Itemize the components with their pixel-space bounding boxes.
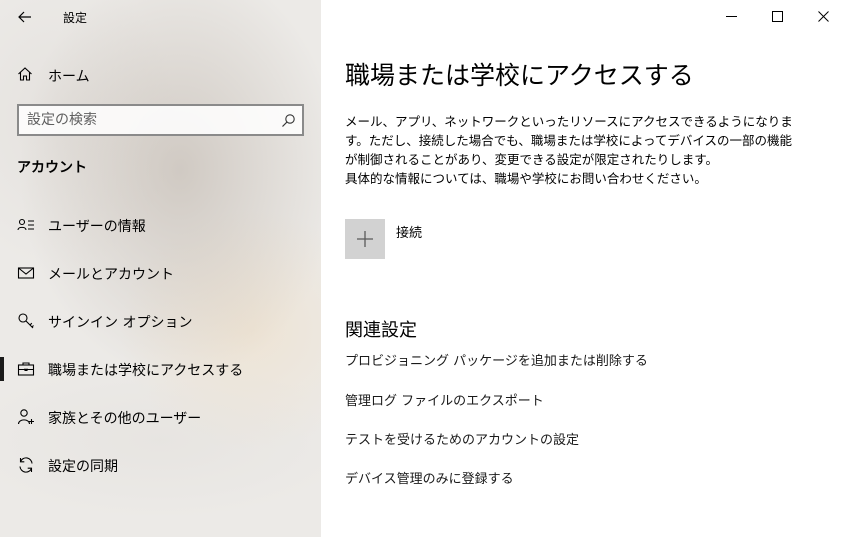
- family-icon: [17, 409, 34, 425]
- minimize-icon: [725, 15, 737, 17]
- home-icon: [18, 67, 32, 81]
- sidebar-item-sign-in-options[interactable]: サインイン オプション: [0, 301, 321, 341]
- sidebar-item-label: 設定の同期: [48, 459, 118, 475]
- briefcase-icon: [17, 362, 35, 376]
- search-box[interactable]: [17, 104, 304, 136]
- main-content: 職場または学校にアクセスする メール、アプリ、ネットワークといったリソースにアク…: [321, 0, 847, 537]
- connect-label: 接続: [396, 226, 423, 241]
- minimize-button[interactable]: [708, 0, 754, 32]
- app-title: 設定: [63, 11, 88, 25]
- sidebar-item-mail-accounts[interactable]: メールとアカウント: [0, 253, 321, 293]
- home-label: ホーム: [48, 69, 90, 85]
- sidebar: 設定 ホーム アカウント ユーザーの情報 メールとアカウント サインイン オプシ…: [0, 0, 321, 537]
- close-icon: [817, 10, 829, 22]
- home-nav-item[interactable]: ホーム: [0, 58, 321, 90]
- description-contact-note: 具体的な情報については、職場や学校にお問い合わせください。: [345, 171, 707, 186]
- plus-icon: [357, 231, 373, 247]
- back-button[interactable]: [14, 6, 36, 28]
- related-link-provisioning-package[interactable]: プロビジョニング パッケージを追加または削除する: [345, 350, 648, 369]
- search-icon[interactable]: [281, 113, 296, 128]
- related-link-test-account[interactable]: テストを受けるためのアカウントの設定: [345, 429, 579, 448]
- mail-icon: [17, 267, 35, 279]
- sidebar-item-label: 家族とその他のユーザー: [48, 411, 202, 427]
- close-button[interactable]: [800, 0, 846, 32]
- search-input[interactable]: [27, 106, 272, 134]
- related-settings-title: 関連設定: [345, 320, 417, 341]
- sync-icon: [19, 457, 33, 473]
- sidebar-item-label: 職場または学校にアクセスする: [48, 363, 244, 379]
- page-description: メール、アプリ、ネットワークといったリソースにアクセスできるようになります。ただ…: [345, 112, 800, 188]
- sidebar-item-family-users[interactable]: 家族とその他のユーザー: [0, 397, 321, 437]
- description-paragraph: メール、アプリ、ネットワークといったリソースにアクセスできるようになります。ただ…: [345, 114, 793, 167]
- sidebar-item-label: メールとアカウント: [48, 267, 174, 283]
- sidebar-item-label: ユーザーの情報: [48, 219, 146, 235]
- back-arrow-icon: [18, 11, 31, 23]
- sidebar-item-label: サインイン オプション: [48, 315, 193, 331]
- related-link-export-log[interactable]: 管理ログ ファイルのエクスポート: [345, 390, 544, 409]
- connect-plus-tile[interactable]: [345, 219, 385, 259]
- connect-button[interactable]: 接続: [345, 219, 422, 261]
- active-indicator: [0, 357, 4, 381]
- related-link-device-management[interactable]: デバイス管理のみに登録する: [345, 468, 514, 487]
- page-title: 職場または学校にアクセスする: [345, 61, 694, 90]
- maximize-icon: [771, 10, 783, 22]
- sidebar-item-sync-settings[interactable]: 設定の同期: [0, 445, 321, 485]
- user-info-icon: [17, 218, 34, 231]
- accounts-section-title: アカウント: [17, 160, 87, 176]
- sidebar-item-work-school[interactable]: 職場または学校にアクセスする: [0, 349, 321, 389]
- key-icon: [18, 313, 34, 329]
- sidebar-item-user-info[interactable]: ユーザーの情報: [0, 205, 321, 245]
- maximize-button[interactable]: [754, 0, 800, 32]
